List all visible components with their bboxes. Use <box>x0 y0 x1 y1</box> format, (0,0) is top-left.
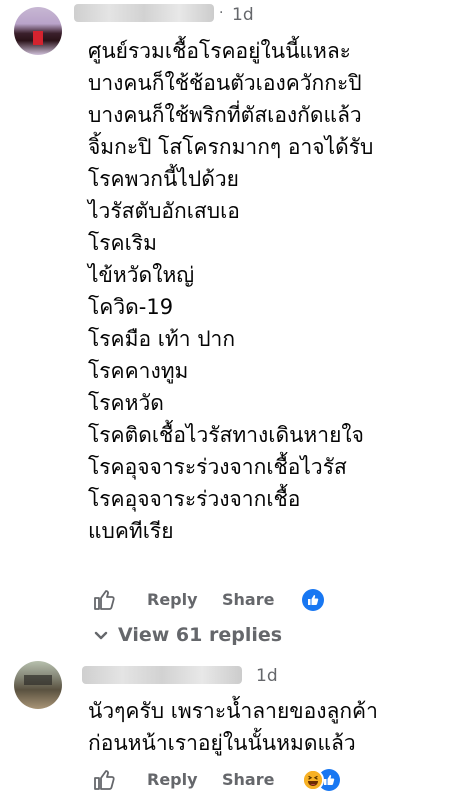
commenter-name-blurred[interactable] <box>74 4 214 22</box>
comment-line: จิ้มกะปิ โสโครกมากๆ อาจได้รับ <box>88 135 374 159</box>
comment-timestamp[interactable]: 1d <box>256 666 278 686</box>
chevron-down-icon <box>94 624 108 646</box>
view-replies-link[interactable]: View 61 replies <box>94 624 282 646</box>
comment-line: โรคเริม <box>88 231 157 255</box>
comment-line: โรคอุจจาระร่วงจากเชื้อ <box>88 487 301 511</box>
haha-reaction-icon[interactable] <box>302 769 324 791</box>
comment-actions: Reply Share <box>92 586 324 614</box>
comment-text: ศูนย์รวมเชื้อโรคอยู่ในนี้แหละ บางคนก็ใช้… <box>88 35 373 547</box>
comment-line: โรคหวัด <box>88 391 164 415</box>
avatar[interactable] <box>14 7 62 55</box>
reply-button[interactable]: Reply <box>147 590 198 609</box>
comment-line: โรคมือ เท้า ปาก <box>88 327 236 351</box>
comment-text: นัวๆครับ เพราะน้ำลายของลูกค้า ก่อนหน้าเร… <box>88 695 378 759</box>
comment-actions: Reply Share <box>92 766 340 794</box>
comment-line: ไวรัสตับอักเสบเอ <box>88 199 240 223</box>
comment-line: บางคนก็ใช้ช้อนตัวเองควักกะปิ <box>88 71 362 95</box>
comment-line: โรคติดเชื้อไวรัสทางเดินหายใจ <box>88 423 364 447</box>
avatar-detail <box>33 31 43 45</box>
comment-line: โรคอุจจาระร่วงจากเชื้อไวรัส <box>88 455 347 479</box>
comment-line: ไข้หวัดใหญ่ <box>88 263 195 287</box>
avatar[interactable] <box>14 661 62 709</box>
comment-line: นัวๆครับ เพราะน้ำลายของลูกค้า <box>88 699 378 723</box>
comment-line: ศูนย์รวมเชื้อโรคอยู่ในนี้แหละ <box>88 39 351 63</box>
separator-dot: · <box>219 5 224 21</box>
reply-button[interactable]: Reply <box>147 770 198 789</box>
share-button[interactable]: Share <box>222 590 274 609</box>
comment-line: ก่อนหน้าเราอยู่ในนั้นหมดแล้ว <box>88 731 356 755</box>
comment-line: โรคคางทูม <box>88 359 189 383</box>
comment-line: แบคทีเรีย <box>88 519 174 543</box>
commenter-name-blurred[interactable] <box>82 666 242 684</box>
comment-line: โควิด-19 <box>88 295 174 319</box>
like-reaction-icon[interactable] <box>302 589 324 611</box>
share-button[interactable]: Share <box>222 770 274 789</box>
comment-line: บางคนก็ใช้พริกที่ตัสเองกัดแล้ว <box>88 103 362 127</box>
comment-timestamp[interactable]: 1d <box>232 5 254 25</box>
like-thumb-icon[interactable] <box>92 588 116 612</box>
avatar-detail <box>24 675 52 685</box>
comment-line: โรคพวกนี้ไปด้วย <box>88 167 239 191</box>
like-thumb-icon[interactable] <box>92 768 116 792</box>
view-replies-label: View 61 replies <box>118 624 283 646</box>
